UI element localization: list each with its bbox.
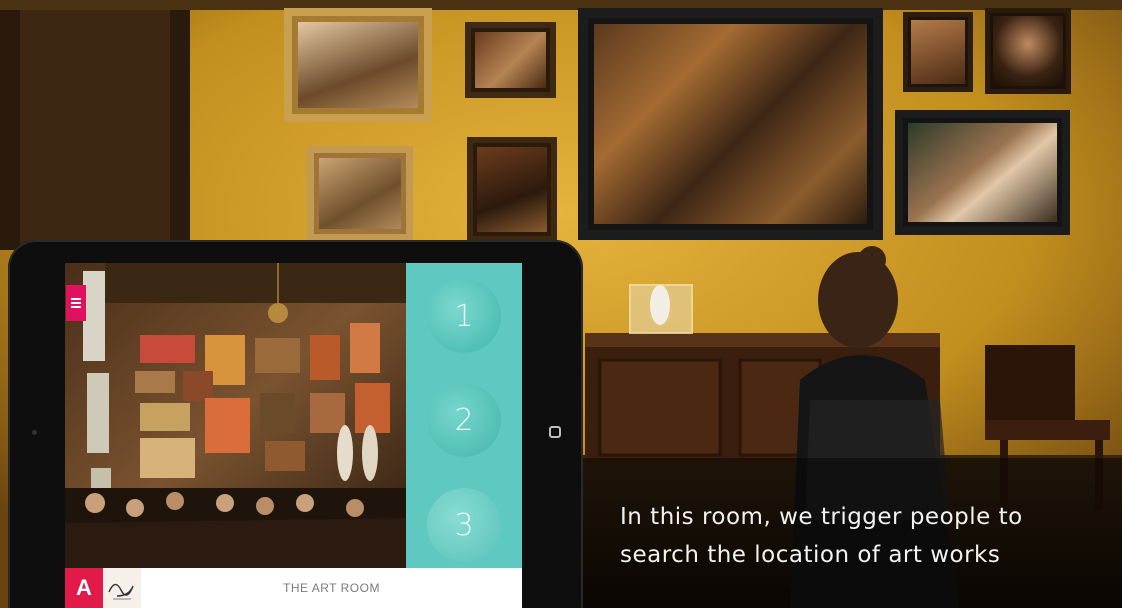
gallery-painting-image: [65, 263, 407, 568]
room-2-label: 2: [454, 402, 474, 438]
bottom-bar: A THE ART ROOM: [65, 568, 522, 608]
caption-line-1: In this room, we trigger people to: [620, 504, 1023, 530]
tablet-screen: 1 2 3 A THE ART ROOM: [65, 263, 522, 608]
room-3-label: 3: [454, 507, 474, 543]
caption-line-2: search the location of art works: [620, 542, 1001, 568]
museum-room-photo: In this room, we trigger people to searc…: [0, 0, 1122, 608]
tablet-device: 1 2 3 A THE ART ROOM: [8, 240, 583, 608]
logo-letter: A: [76, 575, 92, 600]
room-title: THE ART ROOM: [283, 581, 380, 595]
app-logo[interactable]: A: [65, 568, 103, 608]
painting-frame: [307, 146, 413, 241]
painting-frame: [903, 12, 973, 92]
room-2-button[interactable]: 2: [427, 383, 501, 457]
painting-frame: [465, 22, 556, 98]
home-button[interactable]: [549, 426, 561, 438]
camera-dot-icon: [32, 430, 37, 435]
video-caption: In this room, we trigger people to searc…: [620, 498, 1100, 574]
room-3-button[interactable]: 3: [427, 488, 501, 562]
room-1-label: 1: [454, 298, 474, 334]
signature-icon: [103, 568, 141, 608]
room-1-button[interactable]: 1: [427, 279, 501, 353]
hamburger-menu-icon[interactable]: [66, 285, 86, 321]
painting-frame: [467, 137, 557, 242]
painting-frame: [985, 8, 1071, 94]
painting-frame: [578, 8, 883, 240]
painting-frame: [284, 8, 432, 122]
painting-frame: [895, 110, 1070, 235]
room-selection-panel: 1 2 3: [406, 263, 522, 568]
